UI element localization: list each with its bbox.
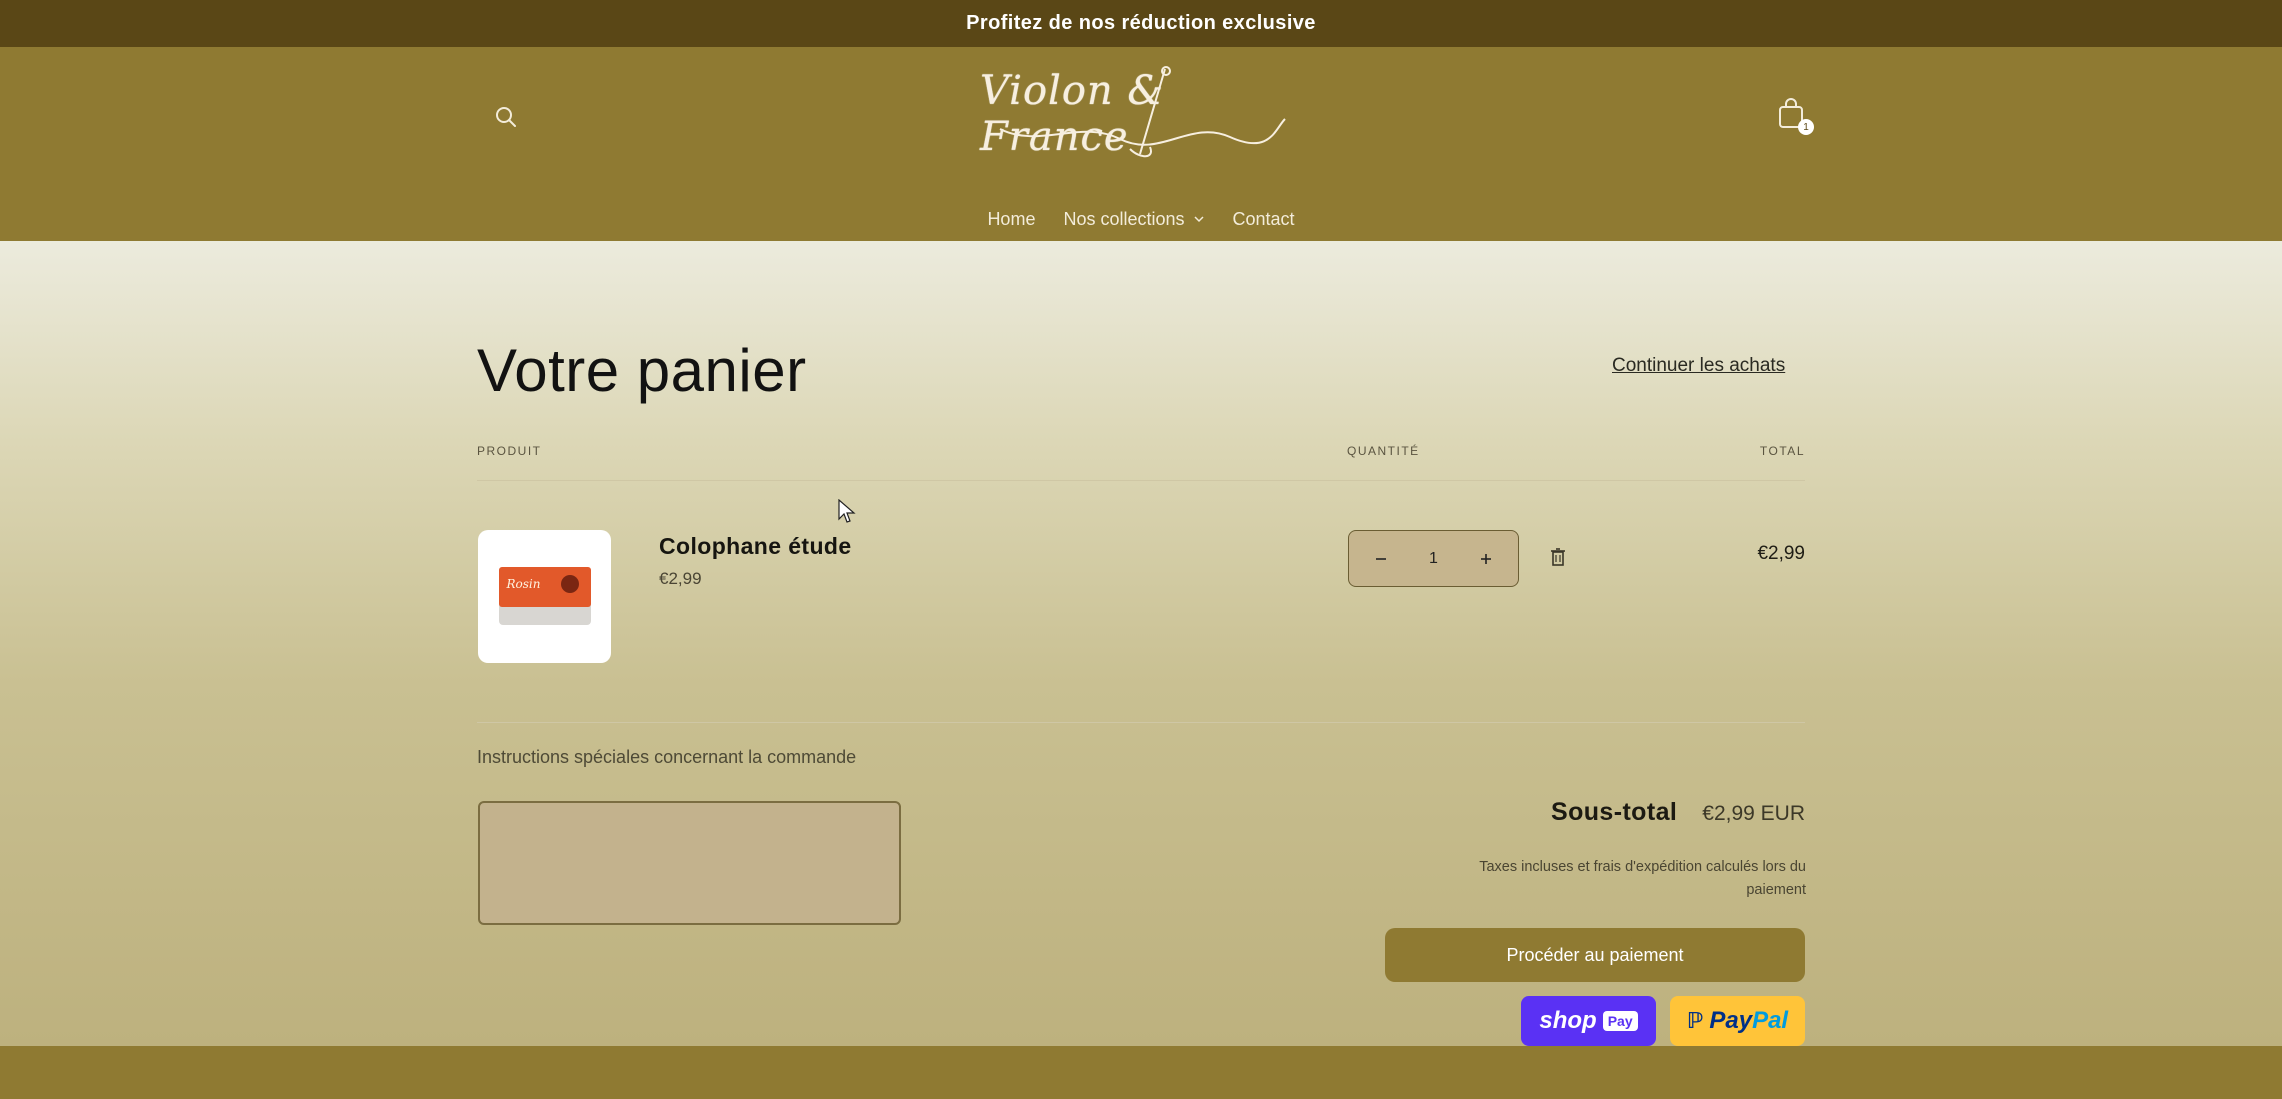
cart-page: Votre panier Continuer les achats PRODUI… (0, 241, 2282, 1046)
line-total: €2,99 (1757, 543, 1805, 564)
site-logo[interactable]: Violon & France (980, 59, 1300, 169)
subtotal-value: €2,99 EUR (1702, 802, 1805, 825)
shop-pay-label: shop (1539, 1007, 1597, 1034)
divider (477, 722, 1805, 723)
chevron-down-icon (1193, 216, 1204, 223)
column-header-quantity: QUANTITÉ (1347, 444, 1420, 458)
subtotal-label: Sous-total (1551, 798, 1678, 826)
shop-pay-button[interactable]: shop Pay (1521, 996, 1656, 1046)
minus-icon (1376, 557, 1386, 560)
nav-item-label: Contact (1232, 208, 1295, 229)
footer-band (0, 1046, 2282, 1099)
tax-note: Taxes incluses et frais d'expédition cal… (1479, 859, 1806, 898)
checkout-button[interactable]: Procéder au paiement (1385, 928, 1805, 982)
quantity-stepper (1348, 530, 1519, 587)
page-title: Votre panier (477, 337, 807, 404)
checkout-label: Procéder au paiement (1506, 944, 1684, 965)
increase-quantity-button[interactable] (1466, 539, 1506, 579)
announcement-bar: Profitez de nos réduction exclusive (0, 0, 2282, 47)
shop-pay-chip: Pay (1602, 1011, 1638, 1031)
nav-item-contact[interactable]: Contact (1219, 205, 1309, 233)
column-header-total: TOTAL (1759, 444, 1805, 458)
paypal-label-pay: Pay (1709, 1007, 1753, 1034)
product-image[interactable]: Rosin (478, 530, 611, 663)
cart-button[interactable]: 1 (1776, 97, 1816, 137)
nav-item-collections[interactable]: Nos collections (1049, 205, 1218, 233)
search-button[interactable] (488, 99, 524, 135)
remove-item-button[interactable] (1546, 543, 1570, 571)
cart-count-badge: 1 (1798, 119, 1814, 135)
mouse-cursor-icon (838, 499, 856, 523)
search-icon (496, 107, 516, 127)
announcement-text: Profitez de nos réduction exclusive (966, 12, 1316, 34)
paypal-logo-icon: ℙ (1686, 1008, 1704, 1033)
product-name-link[interactable]: Colophane étude (659, 533, 852, 560)
decrease-quantity-button[interactable] (1361, 539, 1401, 579)
quantity-input[interactable] (1408, 549, 1459, 568)
nav-item-home[interactable]: Home (973, 205, 1049, 233)
order-instructions-field[interactable] (478, 801, 901, 925)
main-nav: Home Nos collections Contact (0, 205, 2282, 233)
divider (477, 480, 1805, 481)
product-unit-price: €2,99 (659, 569, 702, 588)
nav-item-label: Nos collections (1063, 208, 1185, 229)
logo-text: Violon & France (980, 68, 1165, 160)
site-header: Violon & France 1 Home Nos collections C… (0, 47, 2282, 241)
paypal-button[interactable]: ℙ Pay Pal (1670, 996, 1805, 1046)
plus-icon (1481, 553, 1491, 564)
column-header-product: PRODUIT (477, 444, 542, 458)
rosin-product-icon: Rosin (498, 566, 591, 627)
paypal-label-pal: Pal (1752, 1007, 1789, 1034)
trash-icon (1551, 548, 1565, 566)
nav-item-label: Home (987, 208, 1036, 229)
continue-shopping-link[interactable]: Continuer les achats (1612, 355, 1785, 377)
instructions-label: Instructions spéciales concernant la com… (477, 747, 857, 767)
